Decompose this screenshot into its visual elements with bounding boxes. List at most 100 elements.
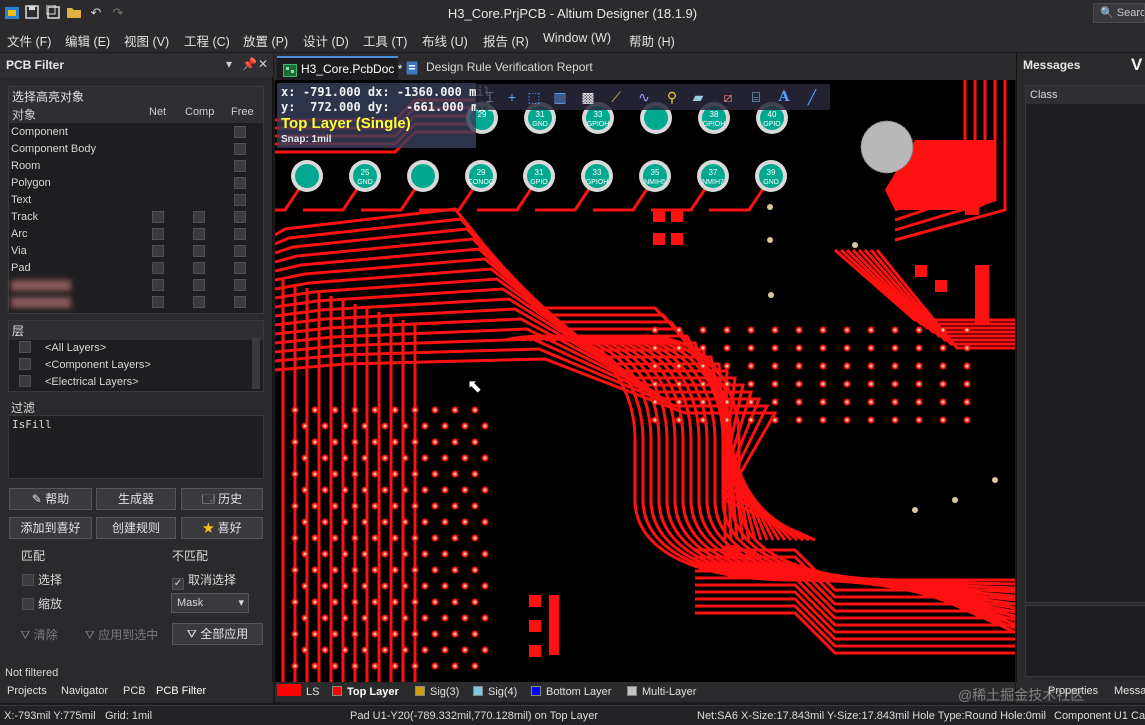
pcb-artwork[interactable]: 29 31 GND 33 GPIOH 38 GPIOH 40 GPIO 25 GND 29 CONOO 3… [275, 80, 1015, 682]
object-row-blurred [9, 277, 261, 294]
object-checkbox[interactable] [234, 143, 246, 155]
tab-drc-report-label: Design Rule Verification Report [426, 60, 593, 74]
mask-dropdown[interactable]: Mask ▾ [171, 593, 249, 613]
tab-drc-report[interactable]: Design Rule Verification Report [402, 56, 602, 80]
layer-tab-top[interactable]: Top Layer [332, 684, 399, 700]
via-hole [403, 584, 407, 588]
object-checkbox[interactable] [234, 160, 246, 172]
layer-checkbox[interactable] [19, 341, 31, 353]
menu-project[interactable]: 工程 (C) [184, 31, 230, 50]
tab-messages[interactable]: Messa [1114, 685, 1145, 697]
line-icon[interactable]: ╱ [802, 87, 822, 107]
layers-scrollbar[interactable] [252, 337, 260, 389]
component-icon[interactable]: ▩ [578, 87, 598, 107]
nomatch-deselect-option[interactable]: ✓ 取消选择 [172, 571, 236, 590]
object-checkbox[interactable] [193, 296, 205, 308]
via-hole [423, 584, 427, 588]
layer-tab-sig3[interactable]: Sig(3) [415, 684, 459, 700]
clear-button[interactable]: ⛛ 清除 [9, 624, 69, 646]
polygon-icon[interactable]: ▰ [688, 87, 708, 107]
match-zoom-option[interactable]: 缩放 [22, 595, 62, 612]
nomatch-deselect-checkbox[interactable]: ✓ [172, 578, 184, 590]
layer-tab-sig4[interactable]: Sig(4) [473, 684, 517, 700]
filter-query-input[interactable]: IsFill [8, 415, 264, 479]
menu-reports[interactable]: 报告 (R) [483, 31, 529, 50]
route-icon[interactable]: ⟋ [606, 87, 626, 107]
menu-tools[interactable]: 工具 (T) [363, 31, 407, 50]
search-input[interactable]: 🔍 Search [1093, 3, 1145, 23]
object-checkbox[interactable] [152, 279, 164, 291]
object-checkbox[interactable] [152, 228, 164, 240]
match-select-option[interactable]: 选择 [22, 571, 62, 588]
object-checkbox[interactable] [234, 245, 246, 257]
object-checkbox[interactable] [152, 245, 164, 257]
messages-list[interactable]: Class [1025, 85, 1145, 603]
filter-tool-icon[interactable]: ⌶ [480, 87, 500, 107]
history-button[interactable]: 🗔 历史 [181, 488, 263, 510]
object-checkbox[interactable] [234, 126, 246, 138]
menu-window[interactable]: Window (W) [543, 31, 611, 45]
via-hole [323, 520, 327, 524]
match-select-checkbox[interactable] [22, 574, 34, 586]
layer-tab-bottom[interactable]: Bottom Layer [531, 684, 611, 700]
object-checkbox[interactable] [234, 262, 246, 274]
object-checkbox[interactable] [152, 262, 164, 274]
add-to-favorites-button[interactable]: 添加到喜好 [9, 517, 92, 539]
panel-overflow-icon[interactable]: V [1131, 55, 1142, 75]
tab-pcb[interactable]: PCB [123, 685, 146, 697]
menu-edit[interactable]: 编辑 (E) [65, 31, 110, 50]
apply-to-selected-button[interactable]: ⛛ 应用到选中 [74, 624, 169, 646]
pin-icon[interactable]: 📌 [242, 57, 257, 71]
layer-checkbox[interactable] [19, 375, 31, 387]
menu-help[interactable]: 帮助 (H) [629, 31, 675, 50]
heads-up-display: x: -791.000 dx: -1360.000 mil y: 772.000… [277, 83, 493, 148]
layer-item[interactable]: <Component Layers> [19, 358, 151, 371]
menu-design[interactable]: 设计 (D) [303, 31, 349, 50]
select-rect-icon[interactable]: ⬚ [524, 87, 544, 107]
tab-pcbdoc[interactable]: H3_Core.PcbDoc * [277, 56, 402, 80]
object-checkbox[interactable] [234, 211, 246, 223]
object-checkbox[interactable] [193, 211, 205, 223]
tab-pcb-filter[interactable]: PCB Filter [156, 685, 206, 697]
text-icon[interactable]: A [774, 87, 794, 107]
menu-view[interactable]: 视图 (V) [124, 31, 169, 50]
menu-place[interactable]: 放置 (P) [243, 31, 288, 50]
via-hole [373, 504, 377, 508]
menu-file[interactable]: 文件 (F) [7, 31, 51, 50]
align-icon[interactable]: ▥ [550, 87, 570, 107]
tune-length-icon[interactable]: ∿ [634, 87, 654, 107]
help-button[interactable]: ✎ 帮助 [9, 488, 92, 510]
object-checkbox[interactable] [193, 228, 205, 240]
layer-checkbox[interactable] [19, 358, 31, 370]
object-checkbox[interactable] [193, 245, 205, 257]
layer-tab-multi[interactable]: Multi-Layer [627, 684, 696, 700]
pcb-canvas[interactable]: 29 31 GND 33 GPIOH 38 GPIOH 40 GPIO 25 GND 29 CONOO 3… [275, 80, 1015, 682]
crosshair-icon[interactable]: + [502, 87, 522, 107]
favorites-button[interactable]: ★ 喜好 [181, 517, 263, 539]
via-icon[interactable]: ⚲ [662, 87, 682, 107]
layer-set-ls[interactable]: LS [277, 684, 319, 700]
tab-navigator[interactable]: Navigator [61, 685, 108, 697]
layer-item[interactable]: <Electrical Layers> [19, 375, 139, 388]
apply-all-button[interactable]: ⛛ 全部应用 [172, 623, 263, 645]
keepout-icon[interactable]: ⧄ [718, 87, 738, 107]
builder-button[interactable]: 生成器 [96, 488, 176, 510]
object-checkbox[interactable] [234, 228, 246, 240]
hud-dy-label: dy: [367, 100, 390, 114]
panel-menu-icon[interactable]: ▾ [226, 57, 232, 71]
tab-projects[interactable]: Projects [7, 685, 47, 697]
menu-route[interactable]: 布线 (U) [422, 31, 468, 50]
object-checkbox[interactable] [193, 279, 205, 291]
close-icon[interactable]: ✕ [258, 57, 268, 71]
layer-item[interactable]: <All Layers> [19, 341, 106, 354]
object-checkbox[interactable] [234, 296, 246, 308]
object-checkbox[interactable] [234, 279, 246, 291]
object-checkbox[interactable] [234, 194, 246, 206]
create-rule-button[interactable]: 创建规则 [96, 517, 176, 539]
object-checkbox[interactable] [193, 262, 205, 274]
object-checkbox[interactable] [152, 211, 164, 223]
object-checkbox[interactable] [234, 177, 246, 189]
object-checkbox[interactable] [152, 296, 164, 308]
match-zoom-checkbox[interactable] [22, 598, 34, 610]
dimension-icon[interactable]: ⌸ [746, 87, 766, 107]
